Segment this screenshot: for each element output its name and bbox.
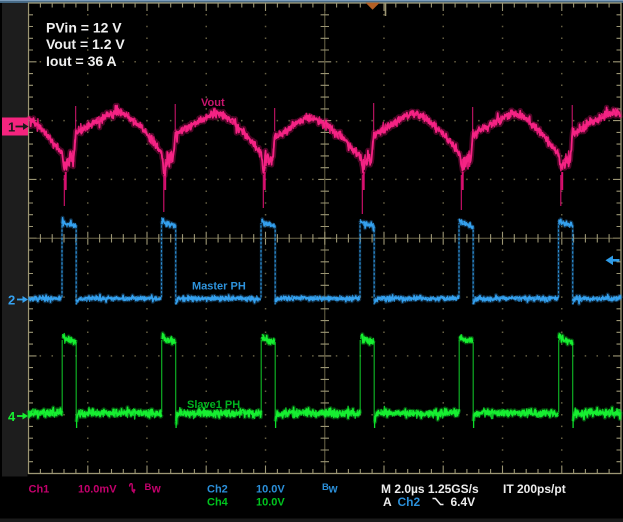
svg-text:1: 1 (8, 120, 15, 135)
svg-text:Iout = 36 A: Iout = 36 A (46, 53, 117, 69)
svg-text:Slave1 PH: Slave1 PH (187, 399, 240, 411)
svg-text:A: A (383, 495, 392, 509)
svg-text:w: w (151, 484, 161, 496)
svg-text:IT 200ps/pt: IT 200ps/pt (503, 482, 566, 496)
svg-text:Ch2: Ch2 (398, 495, 421, 509)
svg-text:6.4V: 6.4V (451, 495, 476, 509)
svg-text:10.0V: 10.0V (256, 497, 285, 509)
svg-text:Ch2: Ch2 (207, 484, 228, 496)
svg-text:B: B (145, 482, 152, 493)
svg-text:2: 2 (8, 293, 15, 308)
svg-text:Vout: Vout (201, 97, 225, 109)
svg-text:w: w (328, 484, 338, 496)
svg-text:Vout = 1.2 V: Vout = 1.2 V (46, 36, 125, 52)
svg-text:10.0V: 10.0V (256, 484, 285, 496)
svg-text:10.0mV: 10.0mV (78, 484, 117, 496)
svg-text:Ch4: Ch4 (207, 497, 229, 509)
svg-text:4: 4 (8, 409, 16, 424)
svg-text:PVin = 12 V: PVin = 12 V (46, 20, 122, 36)
svg-text:Master PH: Master PH (192, 281, 246, 293)
svg-text:Ch1: Ch1 (29, 484, 50, 496)
